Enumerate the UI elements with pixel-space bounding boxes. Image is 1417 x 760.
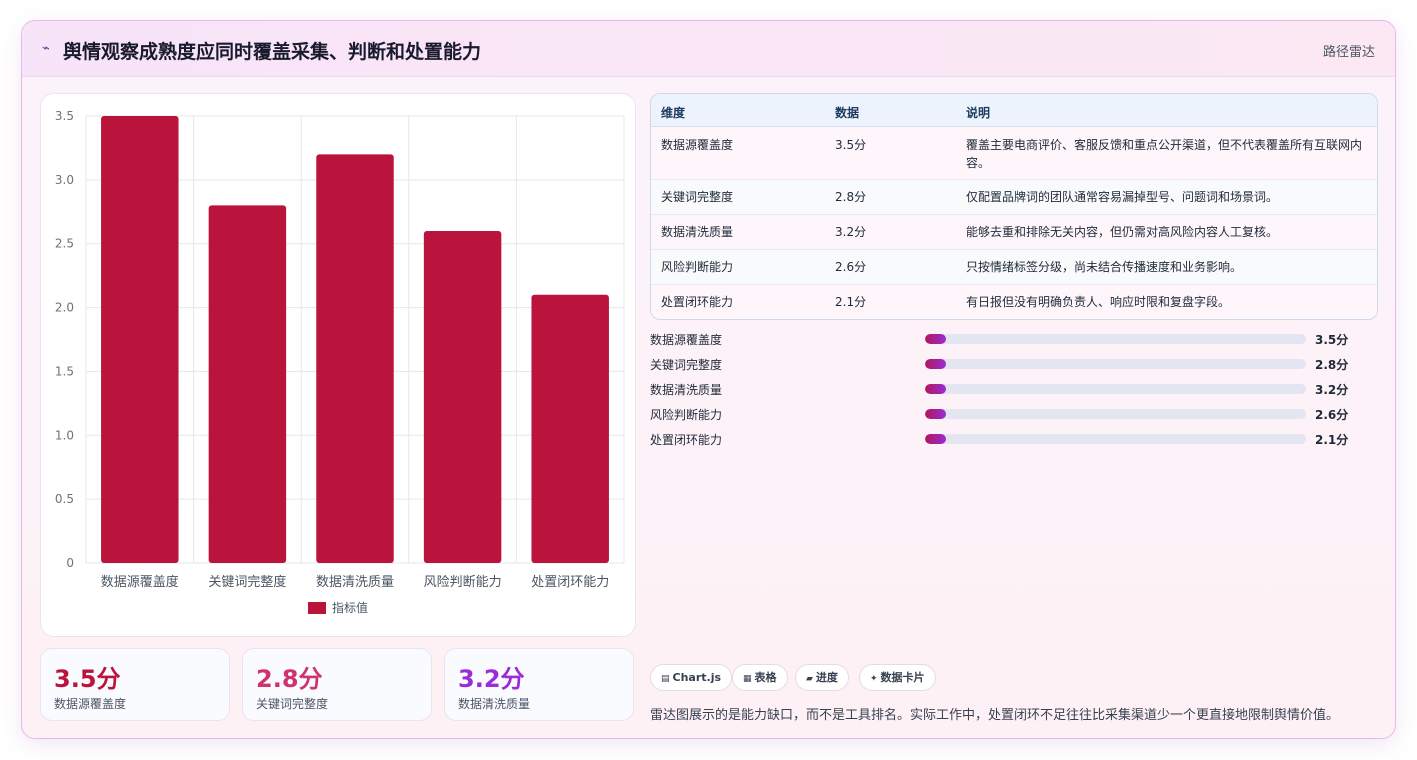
bar bbox=[101, 116, 179, 563]
chip-progress[interactable]: ▰ 进度 bbox=[795, 664, 849, 691]
bar-chart: 0 0.5 1.0 1.5 2.0 2.5 3.0 3.5 数据源覆盖度 关键词完整度 数据清洗质量… bbox=[55, 109, 625, 615]
stat-label: 数据清洗质量 bbox=[458, 697, 531, 711]
chip-label: 进度 bbox=[815, 671, 838, 684]
stat-value: 2.8分 bbox=[256, 665, 323, 693]
y-tick-label: 0 bbox=[66, 556, 74, 570]
column-header-data: 数据 bbox=[835, 106, 860, 120]
cell-description: 能够去重和排除无关内容，但仍需对高风险内容人工复核。 bbox=[966, 225, 1279, 239]
footer-note: 雷达图展示的是能力缺口，而不是工具排名。实际工作中，处置闭环不足往往比采集渠道少… bbox=[650, 708, 1340, 723]
chip-chartjs[interactable]: ▤ Chart.js bbox=[650, 664, 733, 691]
y-tick-label: 3.0 bbox=[55, 173, 74, 187]
stat-card-keywords: 2.8分 关键词完整度 bbox=[242, 648, 432, 721]
progress-value: 2.8分 bbox=[1315, 358, 1349, 372]
progress-label: 风险判断能力 bbox=[650, 408, 723, 422]
progress-row: 数据源覆盖度 3.5分 bbox=[650, 329, 1378, 349]
cell-dimension: 数据清洗质量 bbox=[661, 225, 734, 239]
x-tick-label: 关键词完整度 bbox=[208, 574, 286, 590]
column-header-description: 说明 bbox=[966, 106, 991, 120]
stat-card-cleaning: 3.2分 数据清洗质量 bbox=[444, 648, 634, 721]
progress-track bbox=[925, 434, 1306, 444]
cell-description: 覆盖主要电商评价、客服反馈和重点公开渠道，但不代表覆盖所有互联网内容。 bbox=[966, 138, 1363, 170]
table-row: 处置闭环能力 2.1分 有日报但没有明确负责人、响应时限和复盘字段。 bbox=[651, 285, 1377, 319]
chip-table[interactable]: ▦ 表格 bbox=[732, 664, 788, 691]
bar bbox=[423, 230, 502, 563]
x-tick-label: 数据清洗质量 bbox=[316, 575, 394, 590]
progress-label: 处置闭环能力 bbox=[650, 433, 723, 447]
progress-track bbox=[925, 409, 1306, 419]
progress-row: 关键词完整度 2.8分 bbox=[650, 354, 1378, 374]
progress-track bbox=[925, 359, 1306, 369]
progress-fill bbox=[925, 409, 946, 419]
stat-value: 3.2分 bbox=[458, 665, 525, 693]
y-tick-label: 0.5 bbox=[55, 492, 74, 506]
progress-row: 风险判断能力 2.6分 bbox=[650, 404, 1378, 424]
cell-description: 仅配置品牌词的团队通常容易漏掉型号、问题词和场景词。 bbox=[966, 190, 1279, 204]
progress-fill bbox=[925, 434, 946, 444]
progress-value: 2.6分 bbox=[1315, 408, 1349, 422]
stat-label: 关键词完整度 bbox=[256, 697, 329, 711]
chip-label: Chart.js bbox=[672, 671, 722, 684]
cell-data: 3.5分 bbox=[835, 138, 867, 152]
sparkle-icon: ⌁ bbox=[42, 41, 50, 56]
x-tick-label: 风险判断能力 bbox=[424, 575, 502, 590]
cell-description: 只按情绪标签分级，尚未结合传播速度和业务影响。 bbox=[966, 260, 1243, 274]
y-tick-label: 3.5 bbox=[55, 109, 74, 123]
y-tick-label: 2.0 bbox=[55, 301, 74, 315]
progress-row: 处置闭环能力 2.1分 bbox=[650, 429, 1378, 449]
cell-data: 2.1分 bbox=[835, 295, 867, 309]
y-tick-label: 2.5 bbox=[55, 237, 74, 251]
column-header-dimension: 维度 bbox=[661, 106, 686, 120]
dimension-table: 维度 数据 说明 数据源覆盖度 3.5分 覆盖主要电商评价、客服反馈和重点公开渠… bbox=[650, 93, 1378, 320]
x-tick-label: 数据源覆盖度 bbox=[101, 574, 179, 590]
progress-track bbox=[925, 334, 1306, 344]
legend-label: 指标值 bbox=[332, 600, 368, 615]
progress-fill bbox=[925, 359, 946, 369]
progress-value: 3.2分 bbox=[1315, 383, 1349, 397]
table-row: 关键词完整度 2.8分 仅配置品牌词的团队通常容易漏掉型号、问题词和场景词。 bbox=[651, 180, 1377, 215]
cell-dimension: 关键词完整度 bbox=[661, 190, 734, 204]
chart-icon: ▤ bbox=[661, 674, 670, 684]
path-radar-link[interactable]: 路径雷达 bbox=[1323, 41, 1375, 60]
card-header: ⌁ 舆情观察成熟度应同时覆盖采集、判断和处置能力 路径雷达 bbox=[22, 21, 1395, 77]
progress-label: 数据清洗质量 bbox=[650, 383, 723, 397]
y-tick-label: 1.5 bbox=[55, 364, 74, 378]
table-header: 维度 数据 说明 bbox=[651, 94, 1377, 127]
progress-fill bbox=[925, 384, 946, 394]
cell-data: 2.6分 bbox=[835, 260, 867, 274]
cell-dimension: 处置闭环能力 bbox=[661, 295, 734, 309]
chip-label: 数据卡片 bbox=[880, 671, 925, 684]
x-tick-label: 处置闭环能力 bbox=[531, 575, 609, 590]
table-icon: ▦ bbox=[743, 674, 752, 684]
bar bbox=[531, 294, 609, 563]
table-row: 数据清洗质量 3.2分 能够去重和排除无关内容，但仍需对高风险内容人工复核。 bbox=[651, 215, 1377, 250]
table-row: 风险判断能力 2.6分 只按情绪标签分级，尚未结合传播速度和业务影响。 bbox=[651, 250, 1377, 285]
table-row: 数据源覆盖度 3.5分 覆盖主要电商评价、客服反馈和重点公开渠道，但不代表覆盖所… bbox=[651, 127, 1377, 180]
stat-card-coverage: 3.5分 数据源覆盖度 bbox=[40, 648, 230, 721]
cell-data: 2.8分 bbox=[835, 190, 867, 204]
progress-fill bbox=[925, 334, 946, 344]
bar bbox=[208, 205, 287, 563]
y-tick-label: 1.0 bbox=[55, 428, 74, 442]
progress-value: 2.1分 bbox=[1315, 433, 1349, 447]
progress-row: 数据清洗质量 3.2分 bbox=[650, 379, 1378, 399]
progress-track bbox=[925, 384, 1306, 394]
progress-value: 3.5分 bbox=[1315, 333, 1349, 347]
legend-swatch bbox=[308, 602, 326, 614]
bar-chart-panel: 0 0.5 1.0 1.5 2.0 2.5 3.0 3.5 数据源覆盖度 关键词完整度 数据清洗质量… bbox=[40, 93, 636, 637]
stat-label: 数据源覆盖度 bbox=[54, 697, 127, 711]
cell-dimension: 风险判断能力 bbox=[661, 260, 734, 274]
progress-icon: ▰ bbox=[806, 674, 813, 684]
cell-dimension: 数据源覆盖度 bbox=[661, 138, 734, 152]
card-icon: ✦ bbox=[870, 674, 878, 684]
cell-description: 有日报但没有明确负责人、响应时限和复盘字段。 bbox=[966, 295, 1231, 309]
page-title: 舆情观察成熟度应同时覆盖采集、判断和处置能力 bbox=[63, 41, 482, 63]
chip-label: 表格 bbox=[754, 671, 777, 684]
progress-label: 数据源覆盖度 bbox=[650, 333, 723, 347]
progress-label: 关键词完整度 bbox=[650, 358, 723, 372]
chip-data-card[interactable]: ✦ 数据卡片 bbox=[859, 664, 936, 691]
cell-data: 3.2分 bbox=[835, 225, 867, 239]
stat-value: 3.5分 bbox=[54, 665, 121, 693]
report-card: ⌁ 舆情观察成熟度应同时覆盖采集、判断和处置能力 路径雷达 0 0.5 1.0 1.5… bbox=[21, 20, 1396, 739]
bar bbox=[316, 154, 394, 564]
